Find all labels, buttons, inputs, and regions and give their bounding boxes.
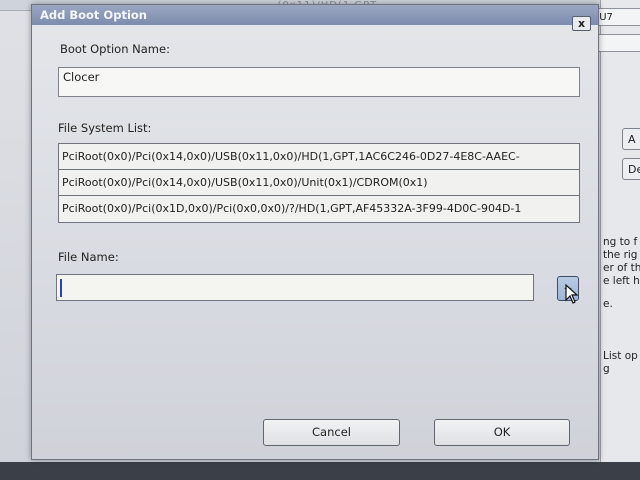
background-help-line-7: g [603, 363, 610, 375]
background-help-line-5: e. [603, 298, 613, 310]
ok-button[interactable]: OK [434, 419, 570, 446]
dialog-title: Add Boot Option [40, 8, 147, 22]
background-add-button[interactable]: A [622, 128, 640, 150]
close-button[interactable]: x [572, 16, 591, 31]
background-delete-button[interactable]: De [622, 158, 640, 180]
file-system-item-1[interactable]: PciRoot(0x0)/Pci(0x14,0x0)/USB(0x11,0x0)… [59, 144, 579, 170]
background-help-line-4: e left h [603, 275, 640, 287]
mouse-pointer-icon [565, 284, 579, 304]
boot-option-name-input[interactable]: Clocer [58, 67, 580, 97]
cancel-button[interactable]: Cancel [263, 419, 400, 446]
boot-option-name-label: Boot Option Name: [60, 42, 170, 56]
file-system-item-2[interactable]: PciRoot(0x0)/Pci(0x14,0x0)/USB(0x11,0x0)… [59, 170, 579, 196]
background-help-line-1: ng to f [603, 236, 638, 248]
add-boot-option-dialog: Add Boot Option x Boot Option Name: Cloc… [31, 4, 599, 460]
file-system-item-3[interactable]: PciRoot(0x0)/Pci(0x1D,0x0)/Pci(0x0,0x0)/… [59, 196, 579, 222]
file-name-label: File Name: [58, 250, 119, 264]
dialog-titlebar: Add Boot Option [32, 5, 598, 25]
close-icon: x [577, 17, 586, 30]
file-name-input[interactable] [56, 274, 534, 301]
background-bottom-bar [0, 462, 640, 480]
background-help-line-2: the rig [603, 249, 638, 261]
file-system-list-label: File System List: [58, 121, 152, 135]
text-caret [60, 279, 62, 297]
background-help-line-3: er of th [603, 262, 640, 274]
file-system-list: PciRoot(0x0)/Pci(0x14,0x0)/USB(0x11,0x0)… [58, 143, 580, 223]
background-help-line-6: List op [603, 350, 638, 362]
